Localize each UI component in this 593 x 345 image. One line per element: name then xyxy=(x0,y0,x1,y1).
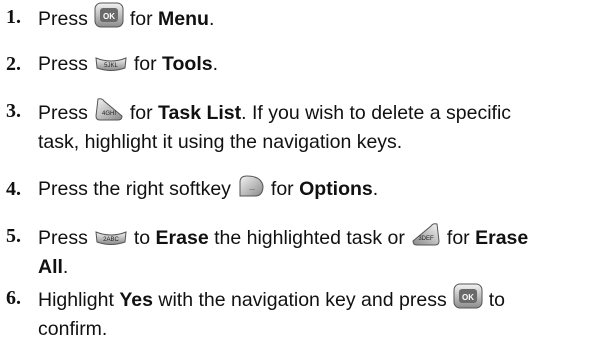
svg-text:4GHI: 4GHI xyxy=(102,111,116,117)
bold-term: Options xyxy=(299,178,373,200)
bold-term: Yes xyxy=(119,289,153,311)
step-text: with the navigation key and press xyxy=(158,289,447,311)
step-text: . If you wish to delete a specific xyxy=(241,102,512,124)
svg-text:OK: OK xyxy=(103,12,115,21)
step-text: the highlighted task or xyxy=(214,227,405,249)
bold-term: Tools xyxy=(162,53,213,75)
svg-text:5JKL: 5JKL xyxy=(104,63,118,69)
key-4-ghi-icon: 4GHI xyxy=(94,96,124,122)
step-number: 4. xyxy=(6,178,21,200)
key-5-jkl-icon: 5JKL xyxy=(94,55,128,73)
step-text: . xyxy=(208,8,215,30)
step-text: Highlight xyxy=(38,289,114,311)
step-number: 1. xyxy=(6,6,21,28)
bold-term: Erase xyxy=(475,227,529,249)
step-text: for xyxy=(129,8,153,30)
instruction-list: 1. Press OK for Menu. 2. Press 5JKL for … xyxy=(0,0,593,341)
step-text: Press xyxy=(38,8,88,30)
step-text: for xyxy=(270,178,294,200)
right-softkey-icon: ... xyxy=(237,174,265,198)
step-number: 3. xyxy=(6,100,21,122)
step-text: to xyxy=(133,227,151,249)
step-text: Press xyxy=(38,102,88,124)
step-text: for xyxy=(129,102,153,124)
step-number: 5. xyxy=(6,225,21,247)
step-text: task, highlight it using the navigation … xyxy=(38,131,403,153)
step-text: confirm. xyxy=(38,318,108,340)
step-number: 6. xyxy=(6,287,21,309)
step-text: . xyxy=(212,53,219,75)
svg-text:OK: OK xyxy=(462,293,474,302)
step-text: Press the right softkey xyxy=(38,178,231,200)
step-text: . xyxy=(62,256,69,278)
key-3-def-icon: 3DEF xyxy=(411,221,441,247)
step-text: . xyxy=(372,178,379,200)
key-2-abc-icon: 2ABC xyxy=(94,229,128,247)
step-text: for xyxy=(446,227,470,249)
menu-ok-key-icon: OK xyxy=(453,283,483,309)
step-text: Press xyxy=(38,227,88,249)
bold-term: Task List xyxy=(158,102,242,124)
svg-text:...: ... xyxy=(249,185,255,192)
svg-text:2ABC: 2ABC xyxy=(103,237,119,243)
bold-term: Menu xyxy=(158,8,209,30)
bold-term: All xyxy=(38,256,63,278)
step-text: Press xyxy=(38,53,88,75)
bold-term: Erase xyxy=(155,227,209,249)
svg-text:3DEF: 3DEF xyxy=(418,236,434,242)
step-text: for xyxy=(133,53,157,75)
step-number: 2. xyxy=(6,53,21,75)
step-text: to xyxy=(488,289,505,311)
menu-ok-key-icon: OK xyxy=(94,2,124,28)
